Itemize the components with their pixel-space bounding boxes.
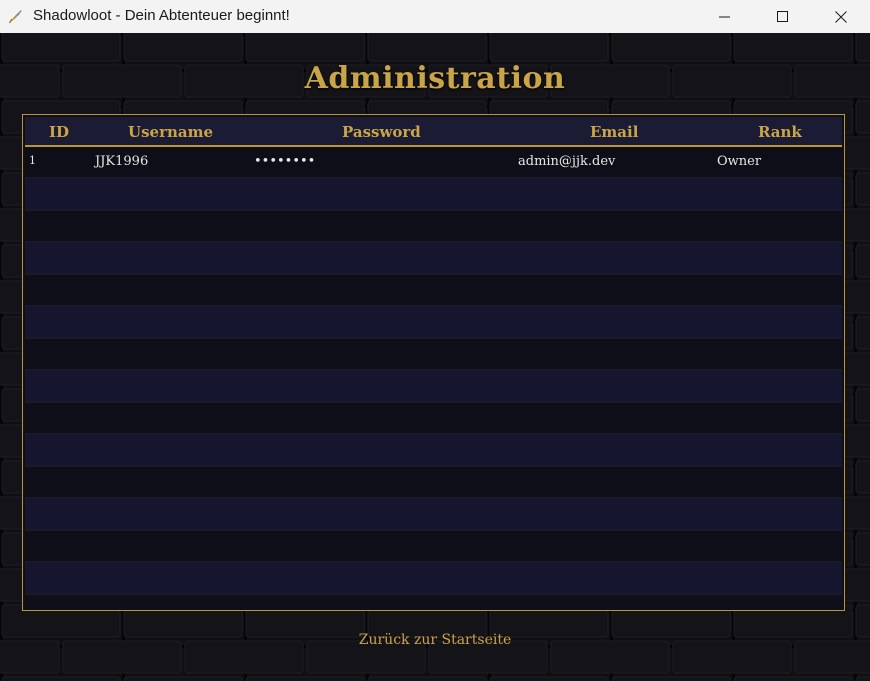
column-header-email[interactable]: Email — [590, 123, 638, 141]
users-table: ID Username Password Email Rank 1 JJK1996… — [22, 114, 845, 611]
table-body: 1 JJK1996 •••••••• admin@jjk.dev Owner — [25, 147, 842, 595]
cell-password: •••••••• — [254, 154, 316, 169]
column-header-password[interactable]: Password — [342, 123, 421, 141]
table-row[interactable] — [25, 403, 842, 435]
column-header-rank[interactable]: Rank — [758, 123, 802, 141]
cell-email: admin@jjk.dev — [518, 154, 616, 169]
cell-rank: Owner — [717, 154, 762, 169]
cell-id: 1 — [29, 154, 36, 167]
close-icon — [835, 10, 847, 23]
column-header-username[interactable]: Username — [128, 123, 213, 141]
cell-username: JJK1996 — [95, 154, 149, 169]
table-row[interactable] — [25, 179, 842, 211]
window-title: Shadowloot - Dein Abtenteuer beginnt! — [33, 7, 290, 24]
maximize-button[interactable] — [754, 0, 812, 33]
table-row[interactable] — [25, 339, 842, 371]
quill-icon — [8, 8, 24, 24]
table-row[interactable] — [25, 211, 842, 243]
minimize-button[interactable] — [696, 0, 754, 33]
column-header-id[interactable]: ID — [49, 123, 69, 141]
page-title: Administration — [304, 61, 566, 96]
table-row[interactable] — [25, 275, 842, 307]
window-titlebar: Shadowloot - Dein Abtenteuer beginnt! — [0, 0, 870, 33]
table-row[interactable] — [25, 243, 842, 275]
back-to-home-link[interactable]: Zurück zur Startseite — [0, 632, 870, 648]
table-row[interactable] — [25, 435, 842, 467]
brick-wall-background: Administration ID Username Password Emai… — [0, 33, 870, 681]
maximize-icon — [777, 10, 788, 22]
table-header: ID Username Password Email Rank — [25, 117, 842, 147]
close-button[interactable] — [812, 0, 870, 33]
table-row[interactable] — [25, 531, 842, 563]
minimize-icon — [719, 16, 730, 17]
table-row[interactable] — [25, 499, 842, 531]
table-row[interactable] — [25, 563, 842, 595]
table-row[interactable] — [25, 307, 842, 339]
table-row[interactable] — [25, 371, 842, 403]
table-row[interactable] — [25, 467, 842, 499]
table-row[interactable]: 1 JJK1996 •••••••• admin@jjk.dev Owner — [25, 147, 842, 179]
